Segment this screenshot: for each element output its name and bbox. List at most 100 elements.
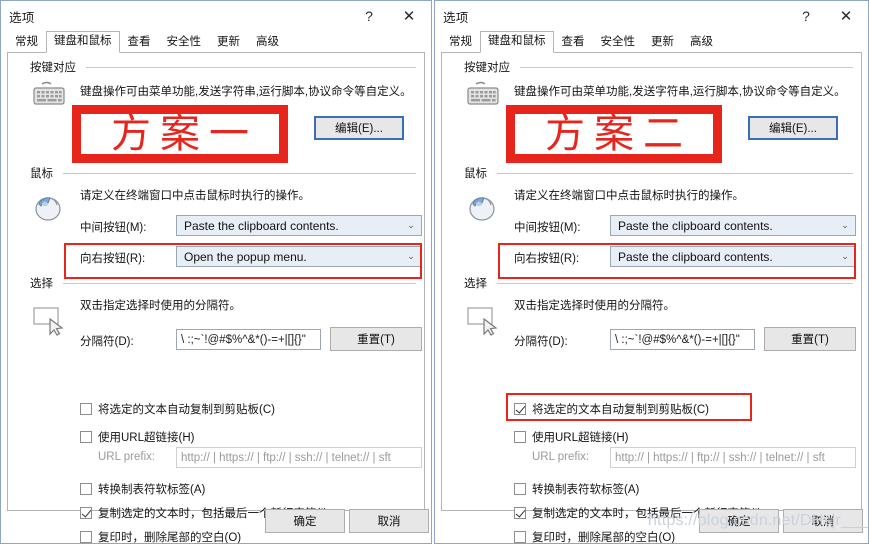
tab-advanced[interactable]: 高级 (248, 32, 287, 53)
url-prefix-label: URL prefix: (532, 451, 590, 463)
divider (63, 172, 416, 174)
middle-button-value: Paste the clipboard contents. (184, 218, 339, 233)
window-title: 选项 (443, 10, 469, 25)
right-button-combo[interactable]: Paste the clipboard contents. ⌄ (610, 246, 856, 267)
checkbox-convert-tab[interactable]: 转换制表符软标签(A) (514, 481, 639, 497)
group-selection-description: 双击指定选择时使用的分隔符。 (80, 300, 241, 312)
checkbox-box[interactable] (514, 403, 526, 415)
options-dialog-left: 选项 ? ✕ 常规 键盘和鼠标 查看 安全性 更新 高级 按键对应 键盘操作可由… (0, 0, 432, 544)
right-button-label: 向右按钮(R): (514, 253, 580, 265)
checkbox-auto-copy[interactable]: 将选定的文本自动复制到剪贴板(C) (80, 401, 275, 417)
group-key-mapping-title: 按键对应 (30, 62, 76, 74)
checkbox-convert-tab[interactable]: 转换制表符软标签(A) (80, 481, 205, 497)
tab-security[interactable]: 安全性 (159, 32, 210, 53)
url-prefix-input: http:// | https:// | ftp:// | ssh:// | t… (610, 447, 856, 468)
dialog-footer: 确定 取消 (1, 499, 431, 543)
tab-security[interactable]: 安全性 (593, 32, 644, 53)
edit-keymap-button[interactable]: 编辑(E)... (748, 116, 838, 140)
group-key-mapping: 按键对应 键盘操作可由菜单功能,发送字符串,运行脚本,协议命令等自定义。 编辑(… (442, 59, 861, 140)
checkbox-label: 使用URL超链接(H) (98, 432, 195, 444)
window-title: 选项 (9, 10, 35, 25)
right-button-combo[interactable]: Open the popup menu. ⌄ (176, 246, 422, 267)
checkbox-url-hyperlink[interactable]: 使用URL超链接(H) (514, 429, 628, 445)
reset-separator-button[interactable]: 重置(T) (330, 327, 422, 351)
group-mouse-description: 请定义在终端窗口中点击鼠标时执行的操作。 (514, 190, 744, 202)
checkbox-label: 转换制表符软标签(A) (532, 484, 640, 496)
annotation-scheme-two: 方案二 (506, 105, 722, 163)
middle-button-combo[interactable]: Paste the clipboard contents. ⌄ (610, 215, 856, 236)
tab-advanced[interactable]: 高级 (682, 32, 721, 53)
close-icon[interactable]: ✕ (389, 2, 429, 30)
checkbox-auto-copy[interactable]: 将选定的文本自动复制到剪贴板(C) (514, 401, 709, 417)
divider (520, 66, 853, 68)
edit-keymap-button[interactable]: 编辑(E)... (314, 116, 404, 140)
group-selection-header: 选择 (442, 275, 861, 291)
group-selection: 选择 双击指定选择时使用的分隔符。 分隔符(D): \ :;~`!@#$%^&*… (8, 275, 424, 351)
tab-update[interactable]: 更新 (643, 32, 682, 53)
group-key-mapping-header: 按键对应 (8, 59, 424, 75)
separator-label: 分隔符(D): (514, 336, 568, 348)
annotation-text: 方案一 (111, 111, 258, 157)
tabstrip: 常规 键盘和鼠标 查看 安全性 更新 高级 (7, 31, 425, 53)
separator-label: 分隔符(D): (80, 336, 134, 348)
chevron-down-icon: ⌄ (407, 220, 415, 230)
group-mouse-title: 鼠标 (30, 168, 53, 180)
checkbox-box[interactable] (80, 431, 92, 443)
chevron-down-icon: ⌄ (841, 220, 849, 230)
reset-separator-button[interactable]: 重置(T) (764, 327, 856, 351)
keyboard-icon (466, 81, 500, 107)
checkbox-box[interactable] (514, 483, 526, 495)
tab-page-keyboard-mouse: 按键对应 键盘操作可由菜单功能,发送字符串,运行脚本,协议命令等自定义。 编辑(… (441, 53, 862, 543)
middle-button-label: 中间按钮(M): (80, 222, 147, 234)
tab-view[interactable]: 查看 (120, 32, 159, 53)
checkbox-box[interactable] (514, 431, 526, 443)
titlebar: 选项 ? ✕ (435, 1, 868, 31)
url-prefix-label: URL prefix: (98, 451, 156, 463)
tab-keyboard-mouse[interactable]: 键盘和鼠标 (46, 31, 120, 53)
group-selection-description: 双击指定选择时使用的分隔符。 (514, 300, 675, 312)
annotation-scheme-one: 方案一 (72, 105, 288, 163)
divider (86, 66, 416, 68)
keyboard-icon (32, 81, 66, 107)
selection-icon (466, 305, 500, 337)
middle-button-value: Paste the clipboard contents. (618, 218, 773, 233)
separator-input[interactable]: \ :;~`!@#$%^&*()-=+|[]{}" (176, 329, 321, 350)
middle-button-combo[interactable]: Paste the clipboard contents. ⌄ (176, 215, 422, 236)
checkbox-label: 将选定的文本自动复制到剪贴板(C) (98, 404, 275, 416)
group-selection: 选择 双击指定选择时使用的分隔符。 分隔符(D): \ :;~`!@#$%^&*… (442, 275, 861, 351)
tab-view[interactable]: 查看 (554, 32, 593, 53)
options-dialog-right: 选项 ? ✕ 常规 键盘和鼠标 查看 安全性 更新 高级 按键对应 键盘操作可由… (434, 0, 869, 544)
titlebar: 选项 ? ✕ (1, 1, 431, 31)
checkbox-box[interactable] (80, 403, 92, 415)
screenshot-stage: 选项 ? ✕ 常规 键盘和鼠标 查看 安全性 更新 高级 按键对应 键盘操作可由… (0, 0, 869, 544)
group-selection-title: 选择 (464, 278, 487, 290)
watermark: https://blog.csdn.net/DHsjr___ (648, 512, 869, 529)
close-icon[interactable]: ✕ (826, 2, 866, 30)
group-key-mapping: 按键对应 键盘操作可由菜单功能,发送字符串,运行脚本,协议命令等自定义。 编辑(… (8, 59, 424, 140)
titlebar-buttons: ? ✕ (786, 1, 866, 31)
selection-icon (32, 305, 66, 337)
tabstrip: 常规 键盘和鼠标 查看 安全性 更新 高级 (441, 31, 862, 53)
group-key-mapping-description: 键盘操作可由菜单功能,发送字符串,运行脚本,协议命令等自定义。 (80, 86, 412, 98)
ok-button[interactable]: 确定 (265, 509, 345, 533)
group-mouse: 鼠标 请定义在终端窗口中点击鼠标时执行的操作。 中间按钮(M): Paste t… (8, 165, 424, 267)
group-key-mapping-header: 按键对应 (442, 59, 861, 75)
help-icon[interactable]: ? (349, 2, 389, 30)
group-mouse-title: 鼠标 (464, 168, 487, 180)
help-icon[interactable]: ? (786, 2, 826, 30)
tab-keyboard-mouse[interactable]: 键盘和鼠标 (480, 31, 554, 53)
chevron-down-icon: ⌄ (841, 251, 849, 261)
checkbox-url-hyperlink[interactable]: 使用URL超链接(H) (80, 429, 194, 445)
group-mouse-header: 鼠标 (442, 165, 861, 181)
mouse-icon (32, 191, 66, 223)
group-mouse-header: 鼠标 (8, 165, 424, 181)
checkbox-label: 使用URL超链接(H) (532, 432, 629, 444)
checkbox-label: 将选定的文本自动复制到剪贴板(C) (532, 404, 709, 416)
checkbox-box[interactable] (80, 483, 92, 495)
tab-general[interactable]: 常规 (7, 32, 46, 53)
separator-input[interactable]: \ :;~`!@#$%^&*()-=+|[]{}" (610, 329, 755, 350)
tab-general[interactable]: 常规 (441, 32, 480, 53)
tab-update[interactable]: 更新 (209, 32, 248, 53)
url-prefix-input: http:// | https:// | ftp:// | ssh:// | t… (176, 447, 422, 468)
cancel-button[interactable]: 取消 (349, 509, 429, 533)
